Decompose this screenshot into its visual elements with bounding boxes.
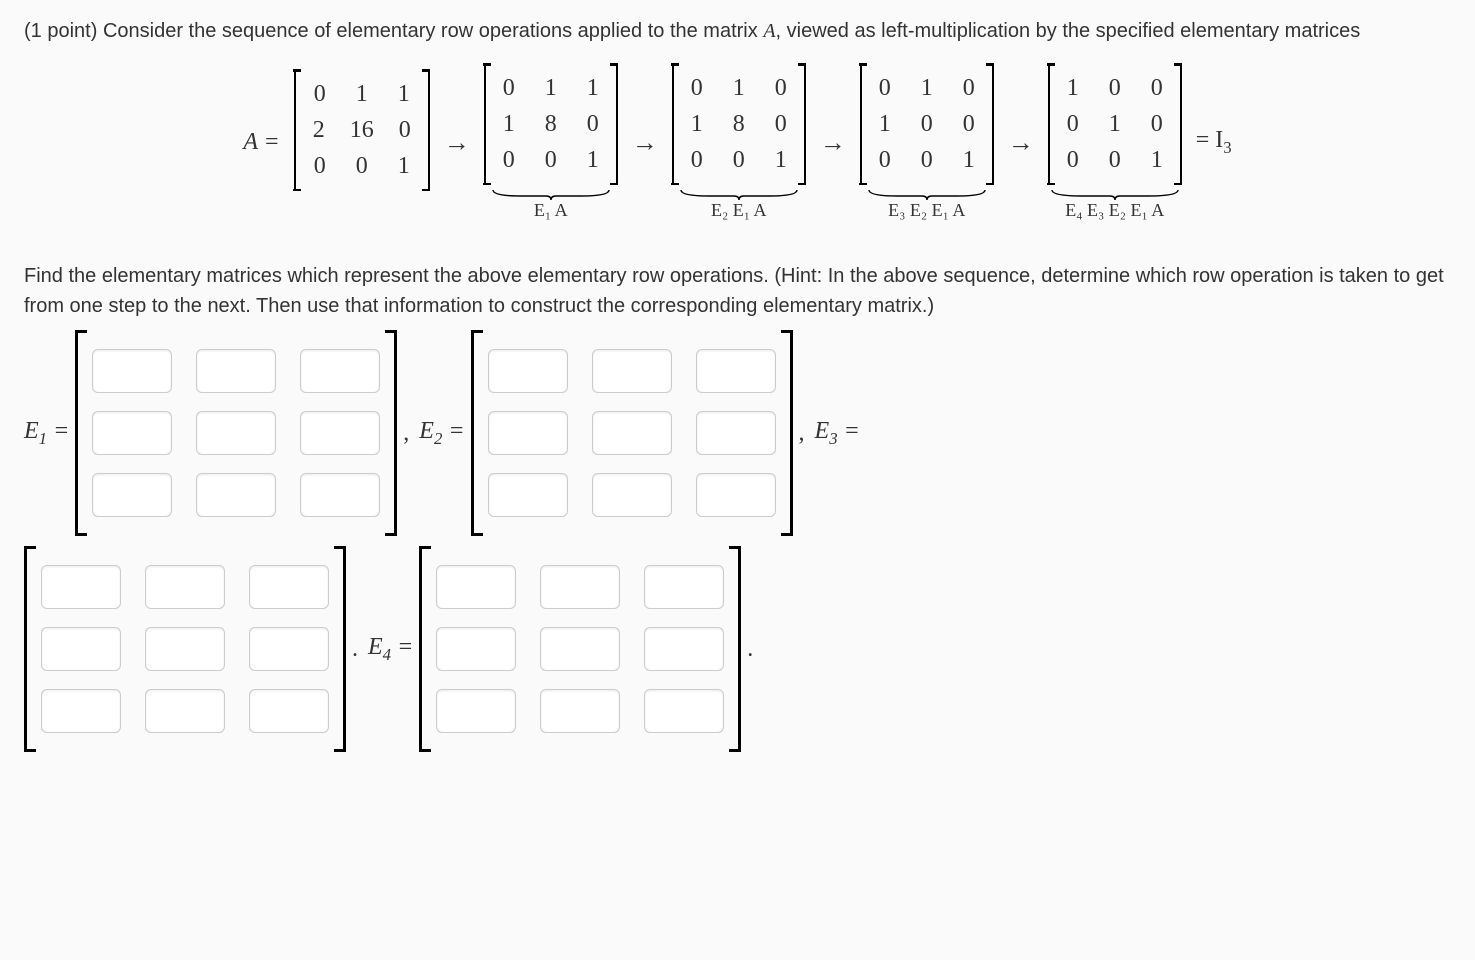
equals-identity: = I3: [1196, 127, 1232, 158]
e3-cell-2-0[interactable]: [41, 689, 121, 733]
e3-cell-2-1[interactable]: [145, 689, 225, 733]
matrix-step-0: 011 2160 001: [294, 70, 430, 215]
e2-cell-2-2[interactable]: [696, 473, 776, 517]
matrix-step-2: 010 180 001 E₂ E₁ A: [672, 64, 806, 221]
e2-cell-1-2[interactable]: [696, 411, 776, 455]
arrow-icon: →: [444, 128, 470, 158]
underbrace-label-4: E₄ E₃ E₂ E₁ A: [1050, 188, 1180, 221]
e3-cell-1-2[interactable]: [249, 627, 329, 671]
points-label: (1 point): [24, 20, 103, 42]
e4-cell-1-1[interactable]: [540, 627, 620, 671]
e4-cell-0-2[interactable]: [644, 565, 724, 609]
e1-cell-2-1[interactable]: [196, 473, 276, 517]
e2-cell-1-1[interactable]: [592, 411, 672, 455]
e4-cell-2-2[interactable]: [644, 689, 724, 733]
equation-row: A = 011 2160 001 → 011 180 001 E₁ A → 01…: [24, 64, 1451, 221]
e1-cell-2-0[interactable]: [92, 473, 172, 517]
e2-cell-1-0[interactable]: [488, 411, 568, 455]
e2-cell-2-0[interactable]: [488, 473, 568, 517]
prompt-text-1b: , viewed as left-multiplication by the s…: [776, 20, 1361, 42]
e1-cell-0-1[interactable]: [196, 349, 276, 393]
e3-cell-1-0[interactable]: [41, 627, 121, 671]
matrix-step-4: 100 010 001 E₄ E₃ E₂ E₁ A: [1048, 64, 1182, 221]
e1-cell-1-1[interactable]: [196, 411, 276, 455]
e1-cell-1-2[interactable]: [300, 411, 380, 455]
e3-cell-0-0[interactable]: [41, 565, 121, 609]
e2-cell-0-1[interactable]: [592, 349, 672, 393]
hint-text: Find the elementary matrices which repre…: [24, 261, 1451, 321]
matrix-input-E4: [419, 547, 741, 751]
e2-cell-2-1[interactable]: [592, 473, 672, 517]
e1-cell-1-0[interactable]: [92, 411, 172, 455]
underbrace-label-2: E₂ E₁ A: [679, 188, 799, 221]
arrow-icon: →: [820, 128, 846, 158]
e4-cell-0-1[interactable]: [540, 565, 620, 609]
matrix-input-E2: [471, 331, 793, 535]
matrix-step-3: 010 100 001 E₃ E₂ E₁ A: [860, 64, 994, 221]
e3-cell-1-1[interactable]: [145, 627, 225, 671]
arrow-icon: →: [632, 128, 658, 158]
e4-cell-0-0[interactable]: [436, 565, 516, 609]
matrix-step-1: 011 180 001 E₁ A: [484, 64, 618, 221]
arrow-icon: →: [1008, 128, 1034, 158]
e4-cell-2-0[interactable]: [436, 689, 516, 733]
matrix-input-E3: [24, 547, 346, 751]
e4-cell-1-0[interactable]: [436, 627, 516, 671]
matrix-input-E1: [75, 331, 397, 535]
e1-cell-0-2[interactable]: [300, 349, 380, 393]
e4-cell-2-1[interactable]: [540, 689, 620, 733]
e2-cell-0-2[interactable]: [696, 349, 776, 393]
e3-cell-0-2[interactable]: [249, 565, 329, 609]
matrix-A-symbol: A: [763, 20, 775, 42]
answer-area: E1 = , E2 =: [24, 331, 1451, 751]
equation-lhs: A =: [243, 129, 279, 156]
e2-cell-0-0[interactable]: [488, 349, 568, 393]
prompt-text-1: Consider the sequence of elementary row …: [103, 20, 763, 42]
underbrace-label-1: E₁ A: [491, 188, 611, 221]
e4-cell-1-2[interactable]: [644, 627, 724, 671]
e3-cell-2-2[interactable]: [249, 689, 329, 733]
underbrace-label-3: E₃ E₂ E₁ A: [867, 188, 987, 221]
problem-statement: (1 point) Consider the sequence of eleme…: [24, 16, 1451, 46]
e1-cell-0-0[interactable]: [92, 349, 172, 393]
e3-cell-0-1[interactable]: [145, 565, 225, 609]
e1-cell-2-2[interactable]: [300, 473, 380, 517]
